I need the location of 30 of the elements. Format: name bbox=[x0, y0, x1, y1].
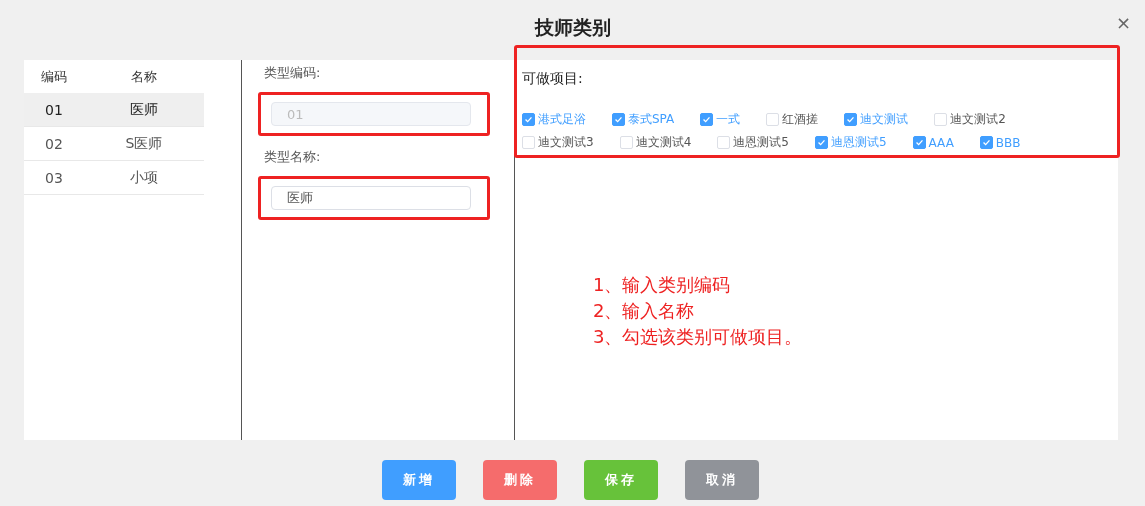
add-button[interactable]: 新增 bbox=[382, 460, 456, 500]
field-label: 类型名称: bbox=[264, 148, 322, 166]
project-checkbox[interactable]: 泰式SPA bbox=[612, 111, 675, 128]
annotation-text: 1、输入类别编码 bbox=[593, 273, 732, 297]
name-field[interactable]: 医师 bbox=[271, 186, 471, 210]
annotation-text: 3、勾选该类别可做项目。 bbox=[593, 325, 803, 349]
window-title: 技师类别 bbox=[534, 14, 611, 40]
project-checkbox[interactable]: BBB bbox=[979, 134, 1021, 151]
project-checkbox[interactable]: 迪文测试4 bbox=[619, 134, 692, 151]
project-checkbox[interactable]: 迪文测试 bbox=[844, 111, 909, 128]
save-button[interactable]: 保存 bbox=[584, 460, 658, 500]
close-button[interactable]: × bbox=[1115, 12, 1131, 33]
list-row[interactable]: 01 医师 bbox=[24, 93, 204, 127]
project-checkbox[interactable]: 港式足浴 bbox=[522, 111, 586, 128]
project-checkbox[interactable]: 红酒搓 bbox=[766, 111, 819, 128]
project-checkbox[interactable]: 迪恩测试5 bbox=[717, 134, 789, 151]
delete-button[interactable]: 删除 bbox=[483, 460, 557, 500]
annotation-text: 2、输入名称 bbox=[593, 299, 696, 323]
column-header: 名称 bbox=[130, 67, 158, 86]
column-header: 编码 bbox=[40, 67, 68, 86]
project-checkbox[interactable]: 迪文测试2 bbox=[934, 111, 1006, 128]
field-label: 类型编码: bbox=[264, 64, 322, 82]
project-checkbox[interactable]: 迪文测试3 bbox=[522, 134, 594, 151]
project-checkbox[interactable]: AAA bbox=[912, 134, 954, 151]
list-row[interactable]: 03 小项 bbox=[24, 161, 204, 195]
cancel-button[interactable]: 取消 bbox=[685, 460, 759, 500]
project-checkbox[interactable]: 迪恩测试5 bbox=[814, 134, 887, 151]
project-checkbox[interactable]: 一式 bbox=[700, 111, 741, 128]
section-label: 可做项目: bbox=[522, 70, 584, 88]
list-row[interactable]: 02 S医师 bbox=[24, 127, 204, 161]
